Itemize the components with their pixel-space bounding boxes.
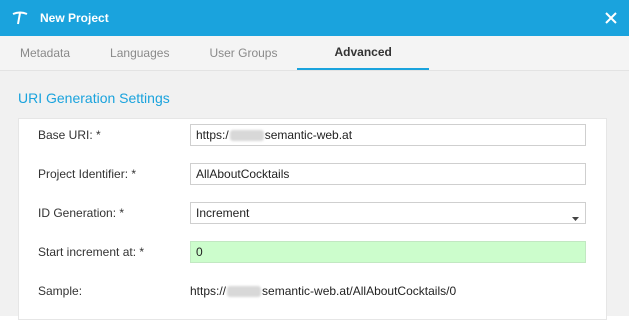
- tab-advanced[interactable]: Advanced: [297, 36, 429, 70]
- section-title: URI Generation Settings: [18, 90, 170, 106]
- dialog-title: New Project: [40, 11, 109, 25]
- sample-suffix: semantic-web.at/AllAboutCocktails/0: [262, 284, 457, 298]
- base-uri-label: Base URI: *: [38, 128, 101, 142]
- start-increment-row: Start increment at: * 0: [19, 239, 606, 265]
- project-identifier-label: Project Identifier: *: [38, 167, 137, 181]
- sample-row: Sample: https:// semantic-web.at/AllAbou…: [19, 278, 606, 304]
- start-increment-input[interactable]: 0: [190, 241, 586, 263]
- tab-bar: Metadata Languages User Groups Advanced: [0, 36, 629, 71]
- redacted-text: [229, 129, 264, 141]
- id-generation-row: ID Generation: * Increment: [19, 200, 606, 226]
- tab-user-groups[interactable]: User Groups: [189, 36, 297, 70]
- id-generation-select[interactable]: Increment: [190, 202, 586, 224]
- start-increment-label: Start increment at: *: [38, 245, 145, 259]
- app-logo-icon: [0, 11, 40, 25]
- dialog-titlebar: New Project: [0, 0, 629, 36]
- base-uri-row: Base URI: * https:/ semantic-web.at: [19, 122, 606, 148]
- sample-prefix: https://: [190, 284, 227, 298]
- sample-value: https:// semantic-web.at/AllAboutCocktai…: [190, 284, 456, 298]
- base-uri-input[interactable]: https:/ semantic-web.at: [190, 124, 586, 146]
- sample-label: Sample:: [38, 284, 83, 298]
- id-generation-label: ID Generation: *: [38, 206, 125, 220]
- redacted-text: [227, 285, 262, 297]
- project-identifier-row: Project Identifier: * AllAboutCocktails: [19, 161, 606, 187]
- close-icon[interactable]: [601, 8, 621, 28]
- base-uri-prefix: https:/: [196, 128, 229, 142]
- tab-metadata[interactable]: Metadata: [0, 36, 90, 70]
- id-generation-value: Increment: [196, 206, 250, 220]
- base-uri-suffix: semantic-web.at: [264, 128, 353, 142]
- tab-languages[interactable]: Languages: [90, 36, 189, 70]
- uri-settings-panel: Base URI: * https:/ semantic-web.at Proj…: [18, 118, 607, 320]
- project-identifier-input[interactable]: AllAboutCocktails: [190, 163, 586, 185]
- chevron-down-icon[interactable]: [572, 211, 579, 225]
- dialog-content: URI Generation Settings Base URI: * http…: [0, 71, 629, 320]
